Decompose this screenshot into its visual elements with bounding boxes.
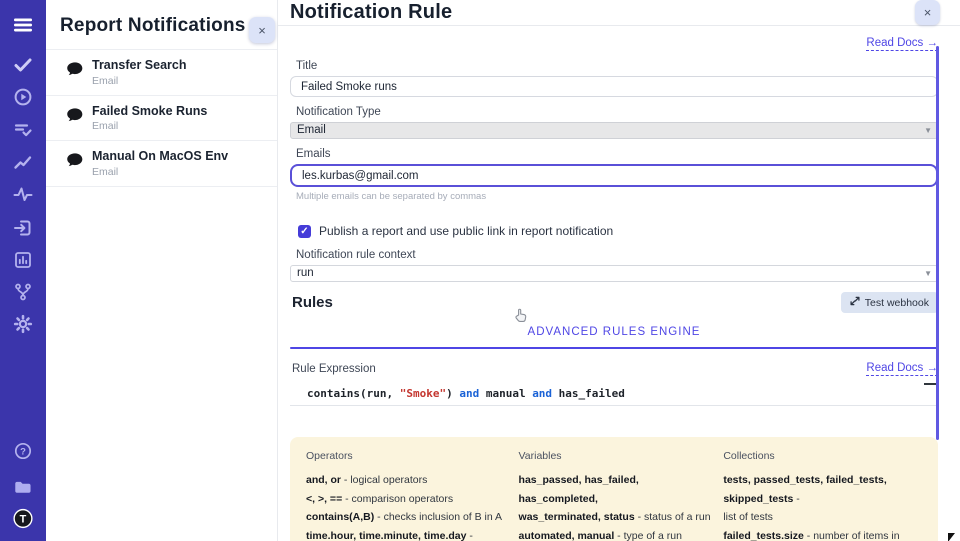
code-token: "Smoke" — [400, 387, 446, 400]
chevron-down-icon: ▼ — [924, 269, 932, 278]
notification-title: Transfer Search — [92, 57, 187, 74]
help-column-variables: Variables has_passed, has_failed, has_co… — [519, 450, 714, 541]
context-select[interactable]: run ▼ — [290, 265, 938, 282]
test-webhook-label: Test webhook — [865, 297, 929, 309]
code-token: and — [532, 387, 552, 400]
test-webhook-button[interactable]: Test webhook — [841, 292, 938, 313]
notification-type-value: Email — [297, 124, 326, 136]
notification-title: Failed Smoke Runs — [92, 103, 207, 120]
page-title: Notification Rule — [290, 1, 452, 24]
context-label: Notification rule context — [296, 249, 938, 261]
code-token: manual — [479, 387, 532, 400]
webhook-arrows-icon — [850, 296, 860, 309]
help-column-title: Operators — [306, 450, 509, 462]
tasks-check-icon[interactable] — [13, 55, 33, 75]
settings-gear-icon[interactable] — [13, 314, 33, 334]
mouse-cursor — [948, 533, 955, 541]
active-tab-indicator — [290, 347, 938, 349]
notification-type-label: Notification Type — [296, 106, 938, 118]
close-icon[interactable]: × — [249, 17, 275, 43]
projects-folder-icon[interactable] — [13, 477, 33, 497]
monitoring-pulse-icon[interactable] — [13, 184, 33, 204]
rule-expression-label: Rule Expression — [292, 363, 376, 375]
rules-heading: Rules — [292, 294, 333, 311]
app-logo-icon[interactable]: T — [13, 508, 33, 528]
list-item[interactable]: Manual On MacOS Env Email — [46, 141, 277, 187]
code-token: has_failed — [552, 387, 625, 400]
help-column-title: Collections — [723, 450, 922, 462]
code-token: contains(run, — [307, 387, 400, 400]
code-token: ) — [446, 387, 459, 400]
svg-text:?: ? — [20, 447, 26, 458]
panel-title: Report Notifications — [46, 0, 277, 49]
emails-help-text: Multiple emails can be separated by comm… — [296, 191, 938, 202]
tab-advanced-rules-engine[interactable]: ADVANCED RULES ENGINE — [528, 326, 701, 338]
menu-icon[interactable] — [13, 15, 33, 35]
rules-tabs: ADVANCED RULES ENGINE — [290, 313, 938, 347]
help-column-operators: Operators and, or - logical operators <,… — [306, 450, 509, 541]
notification-list: Transfer Search Email Failed Smoke Runs … — [46, 49, 277, 187]
sign-in-icon[interactable] — [13, 218, 33, 238]
emails-input[interactable] — [290, 164, 938, 187]
publish-checkbox-row[interactable]: ✓ Publish a report and use public link i… — [298, 224, 938, 238]
chevron-down-icon: ▼ — [924, 126, 932, 135]
help-icon[interactable]: ? — [13, 441, 33, 461]
notification-subtitle: Email — [92, 74, 187, 89]
notification-title: Manual On MacOS Env — [92, 148, 228, 165]
branching-icon[interactable] — [13, 282, 33, 302]
read-docs-link[interactable]: Read Docs → — [866, 37, 938, 51]
analytics-icon[interactable] — [13, 250, 33, 270]
expression-help-box: Operators and, or - logical operators <,… — [290, 437, 938, 541]
rule-form: Read Docs → Title Notification Type Emai… — [278, 26, 960, 541]
read-docs-link[interactable]: Read Docs → — [866, 362, 938, 376]
title-input[interactable] — [290, 76, 938, 97]
chat-bubble-icon — [66, 152, 84, 174]
editor-resize-handle[interactable] — [924, 383, 936, 385]
code-token: and — [459, 387, 479, 400]
rule-expression-editor[interactable]: contains(run, "Smoke") and manual and ha… — [290, 385, 938, 406]
svg-text:T: T — [20, 513, 27, 525]
emails-label: Emails — [296, 148, 938, 160]
publish-checkbox[interactable]: ✓ — [298, 225, 311, 238]
title-label: Title — [296, 60, 938, 72]
sidebar: ? T — [0, 0, 46, 541]
notification-rule-panel: Notification Rule × Read Docs → Title No… — [278, 0, 960, 541]
report-notifications-panel: Report Notifications Transfer Search Ema… — [46, 0, 278, 541]
help-column-collections: Collections tests, passed_tests, failed_… — [723, 450, 922, 541]
list-item[interactable]: Failed Smoke Runs Email — [46, 96, 277, 142]
notification-subtitle: Email — [92, 165, 228, 180]
main-header: Notification Rule × — [278, 0, 960, 26]
notification-subtitle: Email — [92, 119, 207, 134]
code-line[interactable]: contains(run, "Smoke") and manual and ha… — [290, 385, 938, 406]
chat-bubble-icon — [66, 107, 84, 129]
runs-play-icon[interactable] — [13, 87, 33, 107]
trending-icon[interactable] — [13, 152, 33, 172]
chat-bubble-icon — [66, 61, 84, 83]
close-icon[interactable]: × — [915, 0, 940, 25]
list-item[interactable]: Transfer Search Email — [46, 50, 277, 96]
publish-checkbox-label: Publish a report and use public link in … — [319, 224, 613, 238]
vertical-scrollbar[interactable] — [936, 46, 939, 440]
context-value: run — [297, 267, 314, 279]
test-list-icon[interactable] — [13, 120, 33, 140]
notification-type-select[interactable]: Email ▼ — [290, 122, 938, 139]
help-column-title: Variables — [519, 450, 714, 462]
app-window: ? T Report Notifications Transfer Search… — [0, 0, 960, 541]
